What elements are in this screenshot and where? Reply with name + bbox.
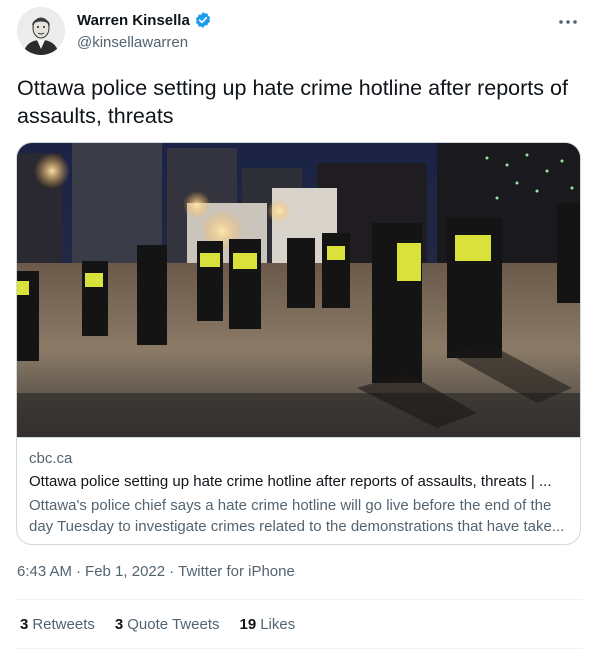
display-name[interactable]: Warren Kinsella — [77, 12, 190, 29]
retweets-count: 3 — [20, 616, 29, 633]
engagement-stats: 3 Retweets 3 Quote Tweets 19 Likes — [20, 616, 315, 633]
more-options-button[interactable] — [554, 8, 582, 36]
tweet-container: Warren Kinsella @kinsellawarren Ottawa p… — [0, 0, 602, 653]
separator-dot: · — [76, 563, 82, 580]
card-domain: cbc.ca — [29, 450, 73, 467]
avatar[interactable] — [17, 7, 65, 55]
likes-label: Likes — [260, 616, 296, 633]
quote-tweets-count: 3 — [114, 616, 124, 633]
link-preview-card[interactable]: cbc.ca Ottawa police setting up hate cri… — [16, 142, 581, 545]
separator-dot: · — [169, 563, 175, 580]
likes-count: 19 — [239, 616, 257, 633]
retweets-label: Retweets — [32, 616, 95, 633]
more-dots-icon — [559, 20, 577, 24]
verified-badge-icon — [195, 12, 210, 28]
divider — [16, 648, 582, 649]
card-divider — [17, 437, 580, 438]
quote-tweets-stat[interactable]: 3 Quote Tweets — [115, 616, 220, 633]
tweet-text: Ottawa police setting up hate crime hotl… — [17, 76, 568, 128]
tweet-time[interactable]: 6:43 AM — [17, 563, 72, 580]
quote-tweets-label: Quote Tweets — [127, 616, 220, 633]
author-name-row: Warren Kinsella — [77, 11, 212, 29]
author-handle[interactable]: @kinsellawarren — [77, 34, 188, 51]
police-photo-image — [17, 143, 580, 437]
likes-stat[interactable]: 19 Likes — [240, 616, 296, 633]
card-description: Ottawa's police chief says a hate crime … — [29, 497, 565, 535]
divider — [16, 599, 582, 600]
tweet-date[interactable]: Feb 1, 2022 — [85, 563, 165, 580]
portrait-sketch-icon — [17, 7, 65, 55]
tweet-source[interactable]: Twitter for iPhone — [178, 563, 295, 580]
card-title: Ottawa police setting up hate crime hotl… — [29, 473, 552, 490]
timestamp-line: 6:43 AM · Feb 1, 2022 · Twitter for iPho… — [17, 563, 295, 580]
card-meta: cbc.ca Ottawa police setting up hate cri… — [29, 449, 569, 537]
retweets-stat[interactable]: 3 Retweets — [20, 616, 95, 633]
